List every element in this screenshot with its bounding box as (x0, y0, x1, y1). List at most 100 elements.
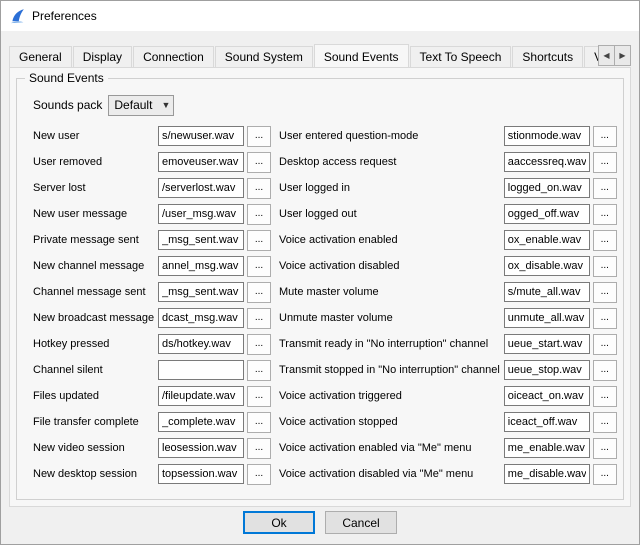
sound-file-input[interactable] (158, 464, 244, 484)
tab-sound-system[interactable]: Sound System (215, 46, 313, 67)
sound-event-label: Channel silent (33, 364, 158, 376)
browse-button[interactable]: ... (593, 334, 617, 355)
sound-file-input[interactable] (158, 152, 244, 172)
browse-button[interactable]: ... (247, 464, 271, 485)
sound-event-row: Mute master volume... (279, 279, 617, 305)
browse-button[interactable]: ... (593, 230, 617, 251)
sound-event-row: Private message sent... (33, 227, 271, 253)
browse-button[interactable]: ... (593, 126, 617, 147)
sound-event-label: Transmit ready in "No interruption" chan… (279, 338, 504, 350)
sound-event-label: Voice activation triggered (279, 390, 504, 402)
browse-button[interactable]: ... (247, 412, 271, 433)
sound-file-input[interactable] (158, 412, 244, 432)
browse-button[interactable]: ... (247, 386, 271, 407)
sound-file-input[interactable] (504, 256, 590, 276)
app-icon (9, 8, 26, 25)
browse-button[interactable]: ... (593, 204, 617, 225)
sound-events-groupbox: Sound Events Sounds pack Default ▼ New u… (16, 78, 624, 500)
sound-event-row: New video session... (33, 435, 271, 461)
tab-scroll-right-button[interactable]: ▶ (614, 45, 631, 66)
sound-file-input[interactable] (504, 178, 590, 198)
sound-file-input[interactable] (158, 308, 244, 328)
sound-file-input[interactable] (158, 230, 244, 250)
sound-file-input[interactable] (504, 282, 590, 302)
tab-text-to-speech[interactable]: Text To Speech (410, 46, 512, 67)
sound-file-input[interactable] (158, 204, 244, 224)
sound-event-label: Voice activation enabled (279, 234, 504, 246)
browse-button[interactable]: ... (593, 178, 617, 199)
browse-button[interactable]: ... (247, 230, 271, 251)
sound-event-label: New user (33, 130, 158, 142)
sound-event-row: User logged in... (279, 175, 617, 201)
sound-file-input[interactable] (158, 178, 244, 198)
sound-event-row: Voice activation enabled... (279, 227, 617, 253)
tab-scroll-left-button[interactable]: ◀ (598, 45, 615, 66)
tab-shortcuts[interactable]: Shortcuts (512, 46, 583, 67)
browse-button[interactable]: ... (593, 360, 617, 381)
sound-event-row: User entered question-mode... (279, 123, 617, 149)
browse-button[interactable]: ... (593, 282, 617, 303)
tab-display[interactable]: Display (73, 46, 132, 67)
sound-file-input[interactable] (158, 126, 244, 146)
sound-event-label: New broadcast message (33, 312, 158, 324)
sound-file-input[interactable] (504, 126, 590, 146)
browse-button[interactable]: ... (247, 334, 271, 355)
arrow-left-icon: ◀ (603, 51, 609, 60)
sound-file-input[interactable] (158, 282, 244, 302)
sounds-pack-select[interactable]: Default ▼ (108, 95, 174, 116)
sound-event-row: File transfer complete... (33, 409, 271, 435)
tab-connection[interactable]: Connection (133, 46, 214, 67)
sound-file-input[interactable] (504, 412, 590, 432)
sound-event-row: Channel silent... (33, 357, 271, 383)
sound-file-input[interactable] (504, 204, 590, 224)
browse-button[interactable]: ... (247, 204, 271, 225)
sound-event-label: Private message sent (33, 234, 158, 246)
browse-button[interactable]: ... (247, 308, 271, 329)
browse-button[interactable]: ... (593, 152, 617, 173)
browse-button[interactable]: ... (247, 256, 271, 277)
sound-event-label: New user message (33, 208, 158, 220)
sound-event-label: New video session (33, 442, 158, 454)
cancel-button[interactable]: Cancel (325, 511, 397, 534)
sound-file-input[interactable] (504, 386, 590, 406)
sound-file-input[interactable] (158, 386, 244, 406)
browse-button[interactable]: ... (247, 282, 271, 303)
sound-event-label: New channel message (33, 260, 158, 272)
browse-button[interactable]: ... (247, 178, 271, 199)
browse-button[interactable]: ... (593, 308, 617, 329)
ok-button[interactable]: Ok (243, 511, 315, 534)
sound-event-label: Transmit stopped in "No interruption" ch… (279, 364, 504, 376)
left-column: New user...User removed...Server lost...… (33, 123, 271, 487)
tab-sound-events[interactable]: Sound Events (314, 44, 409, 67)
tab-general[interactable]: General (9, 46, 72, 67)
browse-button[interactable]: ... (593, 464, 617, 485)
browse-button[interactable]: ... (247, 438, 271, 459)
browse-button[interactable]: ... (247, 360, 271, 381)
sound-file-input[interactable] (504, 464, 590, 484)
tabs-strip: GeneralDisplayConnectionSound SystemSoun… (9, 43, 631, 67)
browse-button[interactable]: ... (247, 152, 271, 173)
sound-file-input[interactable] (158, 438, 244, 458)
sound-file-input[interactable] (158, 334, 244, 354)
sound-event-label: Voice activation stopped (279, 416, 504, 428)
sound-file-input[interactable] (504, 334, 590, 354)
browse-button[interactable]: ... (593, 386, 617, 407)
sound-file-input[interactable] (504, 152, 590, 172)
sound-event-row: Files updated... (33, 383, 271, 409)
sound-file-input[interactable] (504, 230, 590, 250)
sounds-pack-value: Default (114, 98, 152, 112)
sound-file-input[interactable] (504, 360, 590, 380)
sound-file-input[interactable] (158, 360, 244, 380)
title-bar: Preferences (1, 1, 639, 31)
sound-event-row: Desktop access request... (279, 149, 617, 175)
chevron-down-icon: ▼ (161, 100, 170, 110)
sound-file-input[interactable] (504, 308, 590, 328)
browse-button[interactable]: ... (593, 438, 617, 459)
sound-file-input[interactable] (158, 256, 244, 276)
right-column: User entered question-mode...Desktop acc… (279, 123, 617, 487)
browse-button[interactable]: ... (593, 256, 617, 277)
browse-button[interactable]: ... (247, 126, 271, 147)
sound-file-input[interactable] (504, 438, 590, 458)
browse-button[interactable]: ... (593, 412, 617, 433)
sound-event-row: New broadcast message... (33, 305, 271, 331)
